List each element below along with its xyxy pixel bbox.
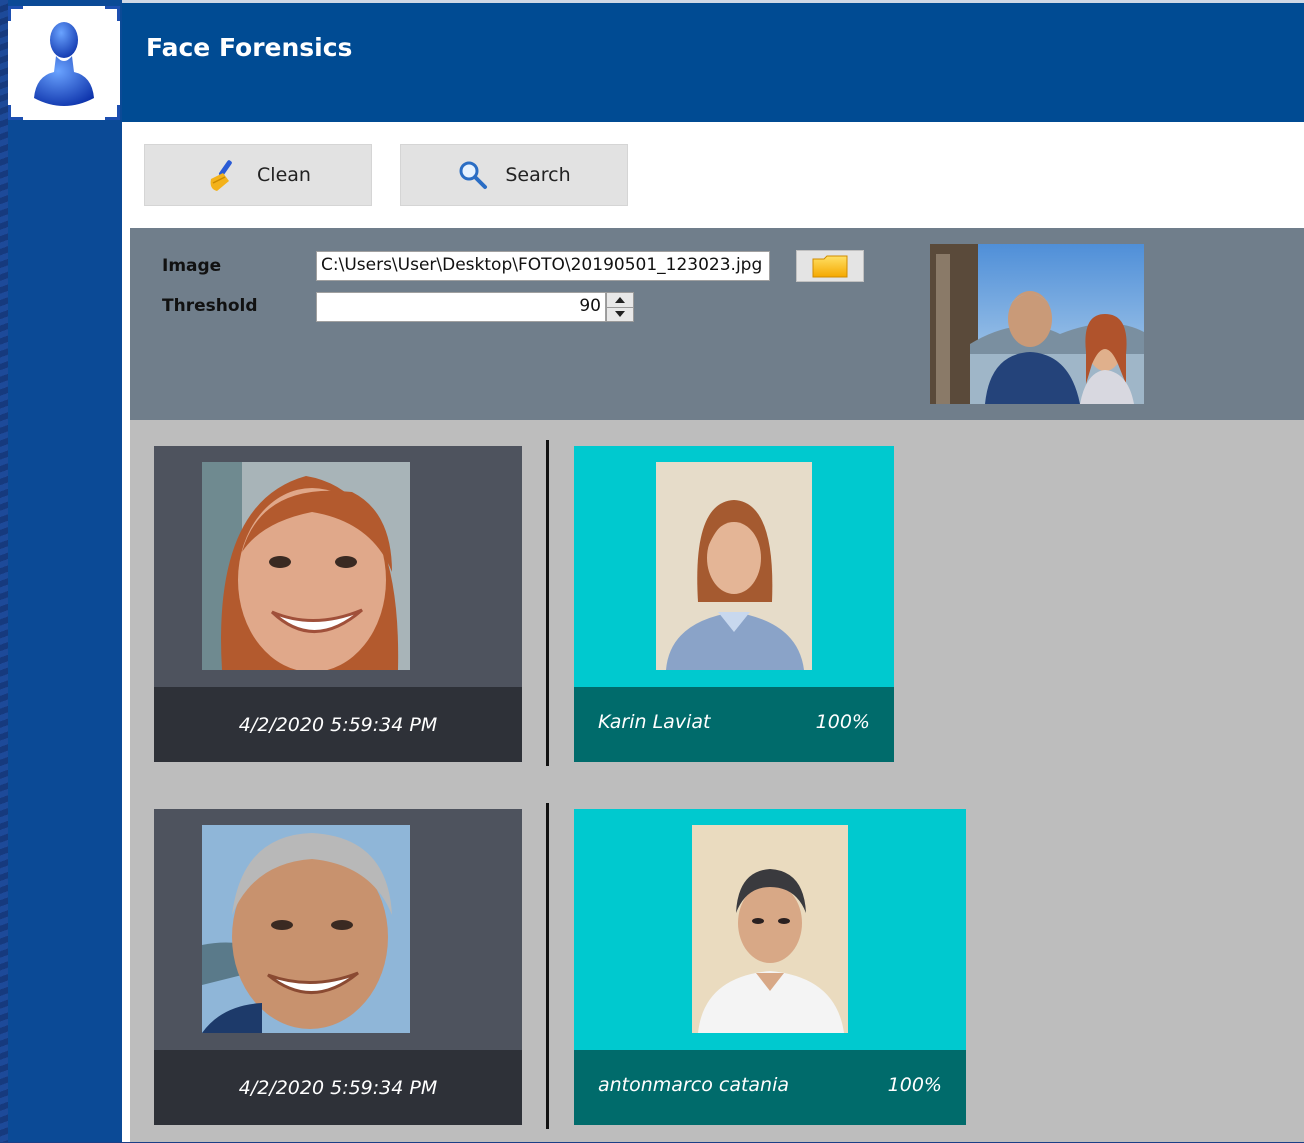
broom-icon xyxy=(210,160,232,191)
browse-button[interactable] xyxy=(796,250,864,282)
workspace: Clean Search Image C:\Users\User\Desktop… xyxy=(122,122,1304,1142)
threshold-input[interactable]: 90 xyxy=(316,292,606,322)
folder-icon xyxy=(812,255,848,278)
search-button[interactable]: Search xyxy=(400,144,628,206)
selfie-photo xyxy=(930,244,1144,404)
caret-up-icon xyxy=(615,297,625,303)
magnifier-icon xyxy=(459,161,488,189)
result-row: 4/2/2020 5:59:34 PM antonmarco catania 1… xyxy=(130,803,1304,1143)
logo-corner xyxy=(105,6,120,21)
clean-button[interactable]: Clean xyxy=(144,144,372,206)
match-card[interactable]: Karin Laviat 100% xyxy=(574,446,894,762)
source-image-preview xyxy=(930,244,1144,404)
woman-face-photo xyxy=(202,462,410,670)
query-face-thumbnail xyxy=(202,825,410,1033)
spin-up-button[interactable] xyxy=(607,293,633,308)
match-score: 100% xyxy=(815,711,870,733)
row-divider xyxy=(546,440,549,766)
match-footer: antonmarco catania 100% xyxy=(574,1050,966,1125)
app-title: Face Forensics xyxy=(146,33,353,62)
nav-rail xyxy=(8,0,122,1142)
logo-corner xyxy=(8,6,23,21)
match-name: antonmarco catania xyxy=(598,1074,790,1096)
man-face-photo xyxy=(202,825,410,1033)
caret-down-icon xyxy=(615,311,625,317)
query-face-card[interactable]: 4/2/2020 5:59:34 PM xyxy=(154,809,522,1125)
threshold-spinner xyxy=(606,292,634,322)
results-area: 4/2/2020 5:59:34 PM Karin Laviat 100% 4/… xyxy=(130,420,1304,1142)
match-score: 100% xyxy=(887,1074,942,1096)
man-portrait-photo xyxy=(692,825,848,1033)
clean-label: Clean xyxy=(257,164,311,186)
result-row: 4/2/2020 5:59:34 PM Karin Laviat 100% xyxy=(130,440,1304,780)
query-face-thumbnail xyxy=(202,462,410,670)
row-divider xyxy=(546,803,549,1129)
app-logo xyxy=(8,6,120,120)
logo-corner xyxy=(105,105,120,120)
woman-portrait-photo xyxy=(656,462,812,670)
query-face-card[interactable]: 4/2/2020 5:59:34 PM xyxy=(154,446,522,762)
spin-down-button[interactable] xyxy=(607,307,633,321)
query-timestamp: 4/2/2020 5:59:34 PM xyxy=(154,1050,522,1125)
threshold-label: Threshold xyxy=(162,296,258,316)
person-bust-icon xyxy=(34,22,94,106)
match-name: Karin Laviat xyxy=(598,711,711,733)
image-label: Image xyxy=(162,256,222,276)
background-strip xyxy=(0,0,8,1142)
logo-corner xyxy=(8,105,23,120)
app-header: Face Forensics xyxy=(122,0,1304,122)
image-path-field[interactable]: C:\Users\User\Desktop\FOTO\20190501_1230… xyxy=(316,251,770,281)
match-footer: Karin Laviat 100% xyxy=(574,687,894,762)
input-panel: Image C:\Users\User\Desktop\FOTO\2019050… xyxy=(130,228,1304,420)
match-face-thumbnail xyxy=(692,825,848,1033)
query-timestamp: 4/2/2020 5:59:34 PM xyxy=(154,687,522,762)
match-face-thumbnail xyxy=(656,462,812,670)
match-card[interactable]: antonmarco catania 100% xyxy=(574,809,966,1125)
search-label: Search xyxy=(505,164,571,186)
